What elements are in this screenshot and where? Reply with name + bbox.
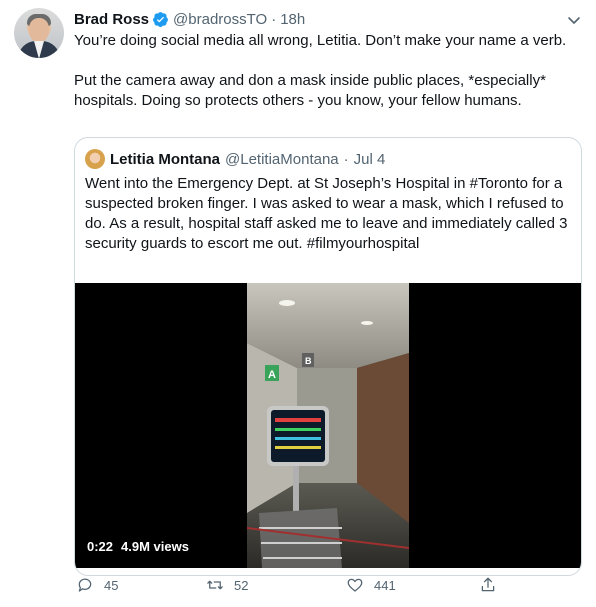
reply-icon	[78, 578, 92, 592]
sign-letter: A	[268, 369, 276, 381]
author-handle[interactable]: @bradrossTO	[173, 11, 267, 28]
reply-button[interactable]: 45	[76, 576, 118, 594]
sign-letter: B	[305, 356, 312, 366]
retweet-button[interactable]: 52	[206, 576, 248, 594]
quoted-tweet-text: Went into the Emergency Dept. at St Jose…	[85, 175, 568, 252]
heart-icon	[347, 578, 363, 592]
like-button[interactable]: 441	[346, 576, 396, 594]
avatar-face	[29, 18, 49, 42]
video-stats: 0:22 4.9M views	[87, 539, 189, 554]
quoted-tweet-date[interactable]: Jul 4	[354, 151, 386, 168]
quoted-author-handle[interactable]: @LetitiaMontana	[225, 151, 339, 168]
verified-badge-icon	[153, 11, 168, 27]
retweet-icon	[207, 580, 223, 590]
tweet-paragraph: Put the camera away and don a mask insid…	[74, 72, 546, 109]
tweet-text: You’re doing social media all wrong, Let…	[74, 31, 582, 131]
like-count: 441	[374, 577, 396, 593]
reply-count: 45	[104, 577, 119, 593]
quoted-author-name[interactable]: Letitia Montana	[110, 151, 220, 168]
tweet[interactable]: Brad Ross @bradrossTO · 18h You’re doing…	[0, 0, 596, 607]
tweet-paragraph: You’re doing social media all wrong, Let…	[74, 32, 567, 49]
quoted-tweet[interactable]: Letitia Montana @LetitiaMontana · Jul 4 …	[74, 137, 582, 576]
quoted-author-avatar[interactable]	[85, 149, 105, 169]
share-button[interactable]	[479, 576, 507, 594]
tweet-header: Brad Ross @bradrossTO · 18h	[74, 9, 305, 29]
video-frame[interactable]: A B	[247, 283, 409, 568]
video-duration: 0:22	[87, 539, 114, 554]
separator-dot: ·	[271, 10, 277, 28]
quoted-tweet-header: Letitia Montana @LetitiaMontana · Jul 4	[85, 149, 385, 169]
author-name[interactable]: Brad Ross	[74, 11, 149, 28]
tweet-actions: 45 52 441	[74, 576, 582, 598]
tweet-timestamp[interactable]: 18h	[280, 11, 305, 28]
hospital-corridor-image: A B	[247, 283, 409, 568]
share-icon	[481, 577, 495, 592]
chevron-down-icon[interactable]	[566, 12, 582, 28]
video-view-count: 4.9M views	[121, 539, 189, 554]
separator-dot: ·	[343, 150, 349, 168]
video-player[interactable]: A B 0:22 4.9M views	[75, 283, 581, 568]
retweet-count: 52	[234, 577, 249, 593]
author-avatar[interactable]	[14, 8, 64, 58]
